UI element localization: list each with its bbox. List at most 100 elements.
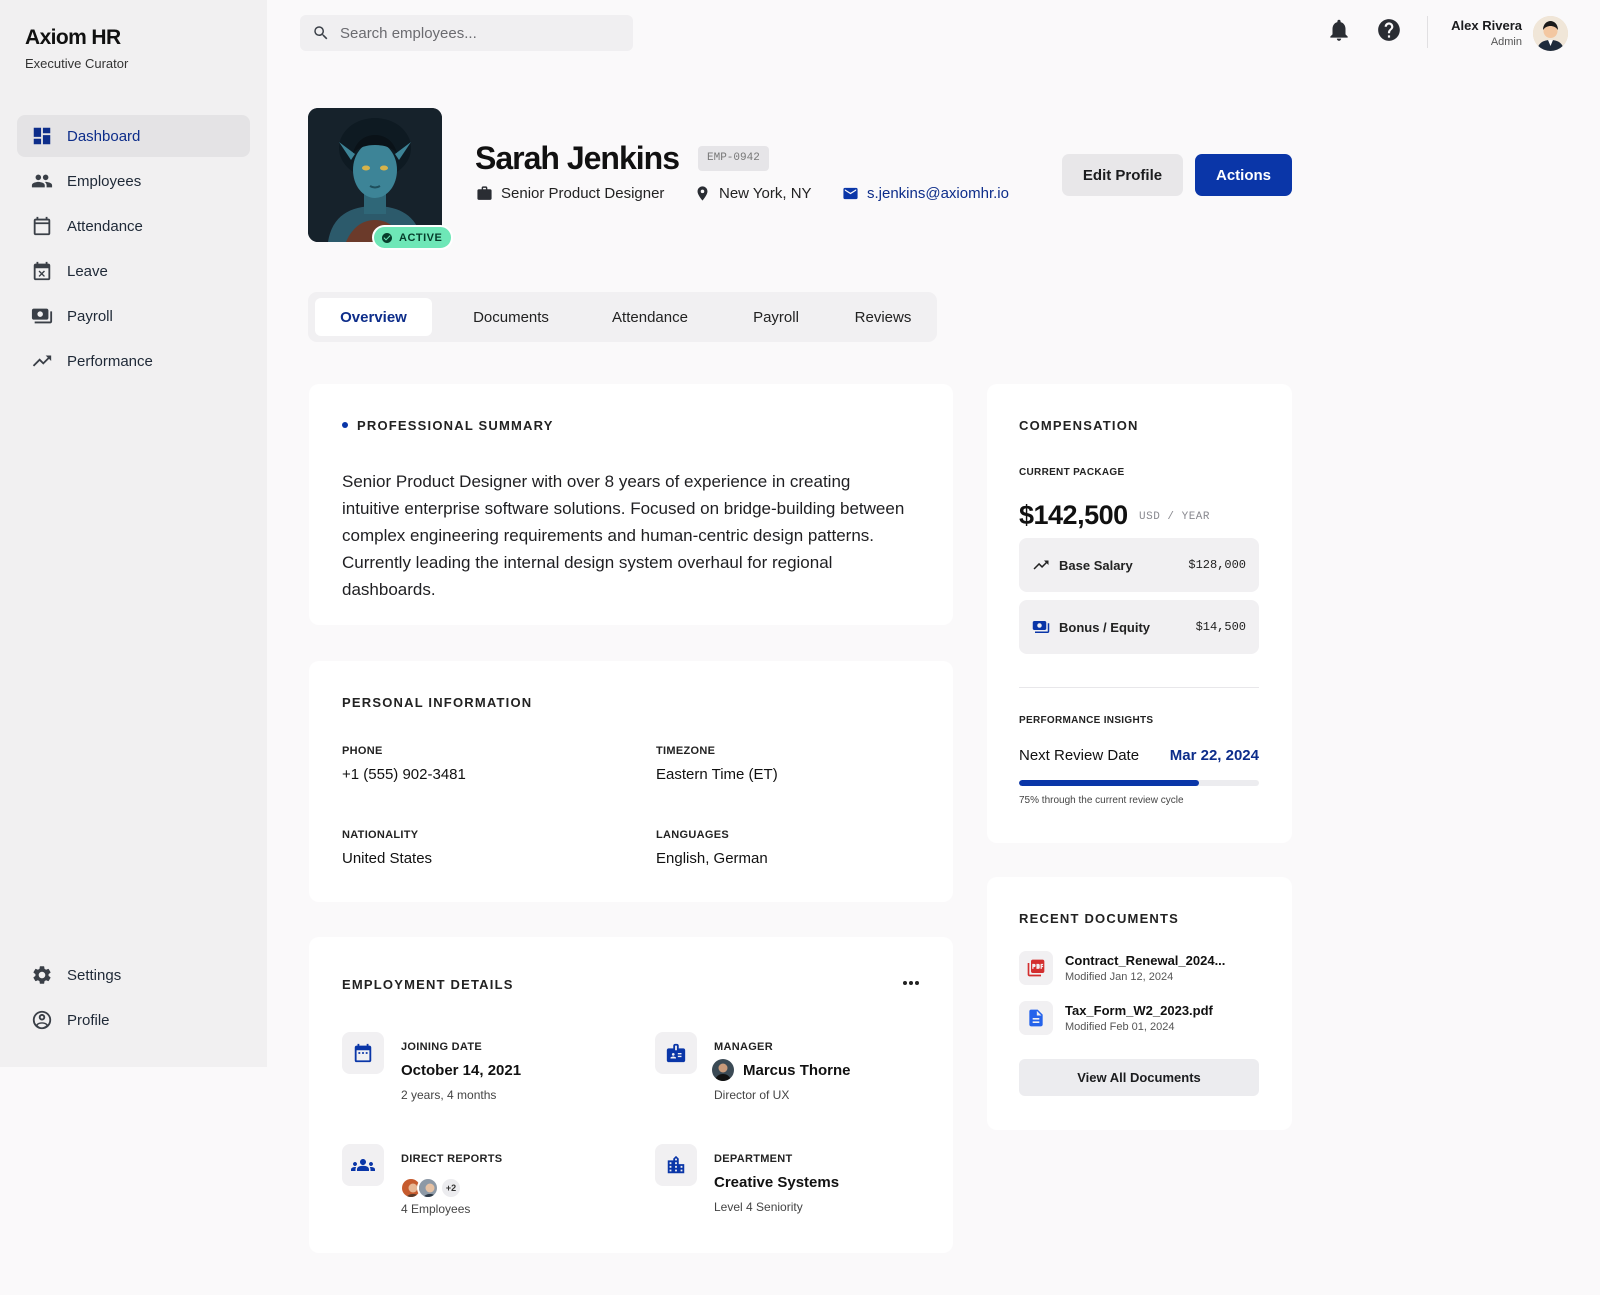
document-modified: Modified Feb 01, 2024: [1065, 1021, 1175, 1033]
calendar-icon: [354, 1043, 372, 1063]
gear-icon: [33, 966, 51, 984]
sidebar-item-settings[interactable]: Settings: [17, 954, 250, 996]
documents-card: RECENT DOCUMENTS Contract_Renewal_2024..…: [987, 877, 1292, 1130]
documents-heading: RECENT DOCUMENTS: [1019, 911, 1180, 926]
personal-heading: PERSONAL INFORMATION: [342, 695, 533, 710]
group-icon: [351, 1159, 375, 1171]
doc-icon: [1029, 1009, 1043, 1027]
location-text: New York, NY: [719, 185, 812, 202]
people-icon: [31, 174, 53, 188]
timezone-label: TIMEZONE: [656, 745, 716, 757]
personal-info-card: PERSONAL INFORMATION PHONE +1 (555) 902-…: [309, 661, 953, 902]
manager-name[interactable]: Marcus Thorne: [743, 1062, 851, 1079]
sidebar-item-dashboard[interactable]: Dashboard: [17, 115, 250, 157]
profile-tabs: Overview Documents Attendance Payroll Re…: [308, 292, 937, 342]
tab-attendance[interactable]: Attendance: [583, 298, 717, 336]
search-bar[interactable]: [300, 15, 633, 51]
id-badge-icon: [666, 1043, 686, 1063]
employment-heading: EMPLOYMENT DETAILS: [342, 977, 514, 992]
timezone-value: Eastern Time (ET): [656, 766, 778, 783]
department-label: DEPARTMENT: [714, 1153, 793, 1165]
review-progress-text: 75% through the current review cycle: [1019, 795, 1184, 806]
tab-overview[interactable]: Overview: [315, 298, 432, 336]
sidebar-item-label: Leave: [67, 262, 108, 280]
more-icon[interactable]: [902, 980, 920, 986]
bell-icon[interactable]: [1326, 17, 1352, 43]
joining-date: October 14, 2021: [401, 1062, 522, 1079]
document-name[interactable]: Tax_Form_W2_2023.pdf: [1065, 1003, 1213, 1018]
sidebar-item-attendance[interactable]: Attendance: [17, 205, 250, 247]
department-name: Creative Systems: [714, 1174, 840, 1191]
doc-icon-box: [1019, 1001, 1053, 1035]
user-role: Admin: [1490, 36, 1522, 48]
profile-illustration: [308, 108, 442, 242]
report-avatar[interactable]: [417, 1177, 439, 1199]
help-icon[interactable]: [1376, 17, 1402, 43]
email[interactable]: s.jenkins@axiomhr.io: [842, 185, 1009, 202]
sidebar-item-payroll[interactable]: Payroll: [17, 295, 250, 337]
base-salary-label: Base Salary: [1059, 557, 1133, 573]
tab-reviews[interactable]: Reviews: [835, 298, 931, 336]
sidebar-item-label: Payroll: [67, 307, 113, 325]
job-title-text: Senior Product Designer: [501, 185, 665, 202]
sidebar-item-profile[interactable]: Profile: [17, 999, 250, 1041]
profile-photo: [308, 108, 442, 242]
tab-payroll[interactable]: Payroll: [722, 298, 830, 336]
employment-card: EMPLOYMENT DETAILS JOINING DATE October …: [309, 937, 953, 1253]
trending-up-icon: [1033, 560, 1049, 570]
edit-profile-button[interactable]: Edit Profile: [1062, 154, 1183, 196]
review-progress-fill: [1019, 780, 1199, 786]
calendar-icon: [33, 216, 51, 236]
nationality-label: NATIONALITY: [342, 829, 419, 841]
account-circle-icon: [32, 1010, 52, 1030]
sidebar-item-employees[interactable]: Employees: [17, 160, 250, 202]
sidebar-item-label: Attendance: [67, 217, 143, 235]
view-all-documents-button[interactable]: View All Documents: [1019, 1059, 1259, 1096]
email-link[interactable]: s.jenkins@axiomhr.io: [867, 185, 1009, 202]
sidebar-item-performance[interactable]: Performance: [17, 340, 250, 382]
divider: [1427, 16, 1428, 48]
sidebar-item-leave[interactable]: Leave: [17, 250, 250, 292]
sidebar-item-label: Settings: [67, 966, 122, 984]
manager-photo: [712, 1059, 734, 1081]
search-icon: [314, 26, 328, 40]
summary-text: Senior Product Designer with over 8 year…: [342, 472, 905, 599]
actions-button[interactable]: Actions: [1195, 154, 1292, 196]
sidebar-item-label: Employees: [67, 172, 142, 190]
brand: Axiom HR Executive Curator: [25, 26, 128, 71]
document-item[interactable]: Contract_Renewal_2024... Modified Jan 12…: [1019, 951, 1225, 985]
brand-subtitle: Executive Curator: [25, 56, 129, 71]
pdf-icon: [1027, 959, 1045, 977]
avatar[interactable]: [1533, 16, 1568, 51]
location-pin-icon: [697, 186, 708, 201]
document-modified: Modified Jan 12, 2024: [1065, 971, 1174, 983]
summary-heading-text: PROFESSIONAL SUMMARY: [357, 418, 554, 433]
document-name[interactable]: Contract_Renewal_2024...: [1065, 953, 1225, 968]
summary-card: PROFESSIONAL SUMMARY Senior Product Desi…: [309, 384, 953, 625]
job-title: Senior Product Designer: [476, 185, 664, 202]
location: New York, NY: [694, 185, 812, 202]
review-date: Mar 22, 2024: [1169, 747, 1259, 764]
user-info[interactable]: Alex Rivera Admin: [1451, 18, 1522, 48]
phone-label: PHONE: [342, 745, 383, 757]
more-reports-badge[interactable]: +2: [440, 1177, 462, 1199]
nationality-value: United States: [342, 850, 433, 867]
tab-documents[interactable]: Documents: [444, 298, 578, 336]
employee-id: EMP-0942: [698, 146, 769, 171]
base-salary-value: $128,000: [1188, 558, 1246, 572]
base-salary-row: Base Salary $128,000: [1019, 538, 1259, 592]
compensation-heading: COMPENSATION: [1019, 418, 1139, 433]
document-item[interactable]: Tax_Form_W2_2023.pdf Modified Feb 01, 20…: [1019, 1001, 1213, 1035]
reports-count: 4 Employees: [401, 1202, 471, 1216]
reports-label: DIRECT REPORTS: [401, 1153, 503, 1165]
sidebar-item-label: Profile: [67, 1011, 110, 1029]
calendar-x-icon: [33, 261, 51, 281]
bonus-value: $14,500: [1195, 620, 1246, 634]
sidebar-item-label: Dashboard: [67, 127, 141, 145]
manager-avatar[interactable]: [712, 1059, 734, 1081]
status-badge: ACTIVE: [372, 225, 454, 250]
package-unit: USD / YEAR: [1139, 511, 1211, 523]
calendar-icon-box: [342, 1032, 384, 1074]
search-input[interactable]: [340, 24, 600, 42]
avatar-illustration: [1533, 16, 1568, 51]
